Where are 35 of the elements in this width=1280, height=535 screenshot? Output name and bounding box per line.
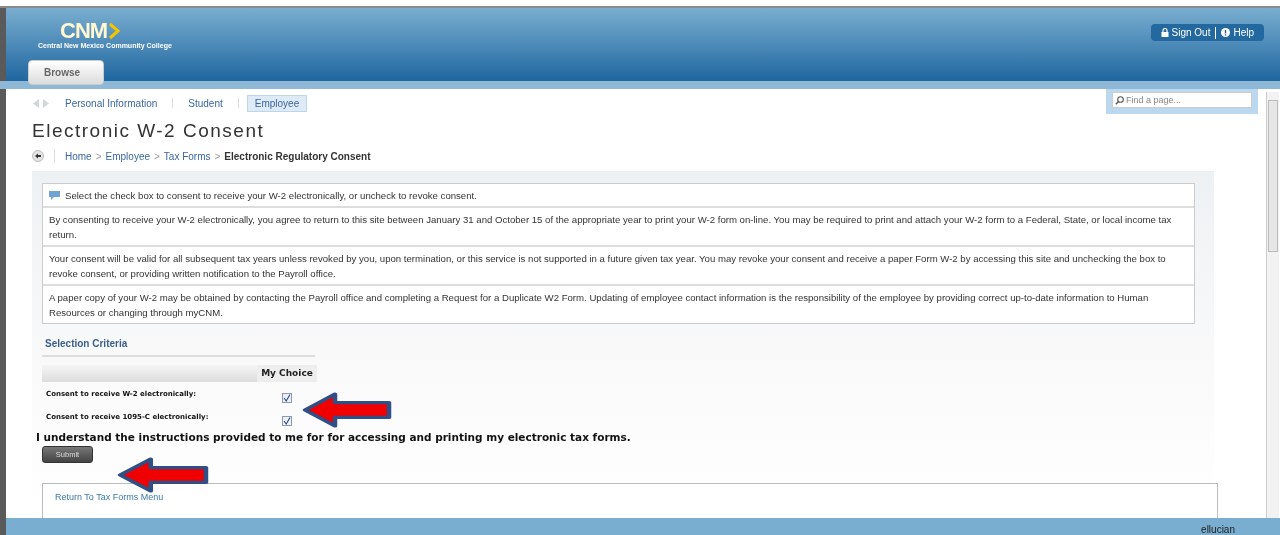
scrollbar[interactable] <box>1266 92 1279 518</box>
section-heading: Selection Criteria <box>42 338 315 357</box>
return-link[interactable]: Return To Tax Forms Menu <box>55 492 164 502</box>
comment-icon <box>49 191 60 200</box>
info-text: A paper copy of your W-2 may be obtained by contacting the Payroll office and completing a Request for a Duplicate W2 Form. Updating of employee contact information is the responsibility of the employee by providing correct up-to-date information to Human Resources or changing through myCNM. <box>49 291 1150 320</box>
instruction-text: I understand the instructions provided to me for for accessing and printing my electronic tax forms. <box>36 431 632 443</box>
nav-tab[interactable]: Employee <box>246 94 308 112</box>
breadcrumb-separator: > <box>214 150 221 162</box>
search-field[interactable]: Find a page... <box>1112 92 1252 108</box>
scroll-arrows-icon <box>32 97 50 109</box>
breadcrumb-link[interactable]: Employee <box>105 150 150 162</box>
back-icon <box>32 150 44 162</box>
browse-button[interactable]: Browse <box>28 60 104 85</box>
info-text: By consenting to receive your W-2 electronically, you agree to return to this site between January 31 and October 15 of the appropriate year to print your W-2 form on-line. You may be required to print and attach your W-2 form to a Federal, State, or local income tax return. <box>49 213 1173 242</box>
header-link[interactable]: Help <box>1221 27 1254 38</box>
header-link[interactable]: Sign Out <box>1160 27 1211 38</box>
info-text: Your consent will be valid for all subsequent tax years unless revoked by you, upon termination, or this service is not supported in a future given tax year. You may revoke your consent and receive a paper Form W-2 by accessing this site and unchecking the box to revoke consent, or providing written notification to the Payroll office. <box>49 252 1167 281</box>
breadcrumb-separator: > <box>154 150 160 162</box>
page-title: Electronic W-2 Consent <box>32 119 266 143</box>
info-text: Select the check box to consent to receive your W-2 electronically, or uncheck to revoke consent. <box>65 189 477 203</box>
help-icon <box>1221 28 1231 37</box>
column-header: My Choice <box>257 365 317 382</box>
search-icon <box>1115 96 1124 105</box>
breadcrumb-link[interactable]: Home <box>65 150 92 162</box>
nav-tab[interactable]: Student <box>181 95 230 111</box>
chevron-icon <box>108 22 121 40</box>
breadcrumb-separator: > <box>95 150 102 162</box>
checkbox[interactable] <box>282 392 292 403</box>
lock-icon <box>1160 28 1169 37</box>
footer-brand: ellucian <box>1201 524 1235 535</box>
checkbox[interactable] <box>282 415 292 426</box>
breadcrumb-link[interactable]: Tax Forms <box>163 150 211 162</box>
breadcrumb-current: Electronic Regulatory Consent <box>224 150 371 162</box>
logo: CNM <box>60 21 108 41</box>
nav-tab[interactable]: Personal Information <box>58 95 165 111</box>
